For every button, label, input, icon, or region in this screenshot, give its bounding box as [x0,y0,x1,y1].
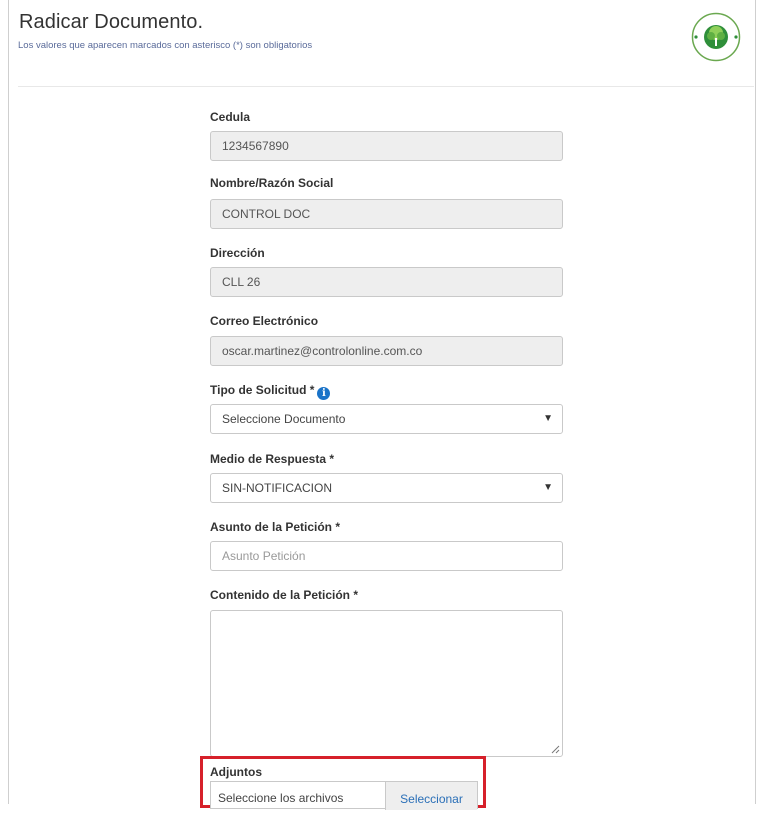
asunto-placeholder: Asunto Petición [222,549,306,563]
page-subtitle: Los valores que aparecen marcados con as… [18,40,313,51]
correo-label: Correo Electrónico [210,314,319,328]
medio-respuesta-label: Medio de Respuesta * [210,452,335,466]
correo-value: oscar.martinez@controlonline.com.co [222,344,423,358]
tipo-solicitud-label: Tipo de Solicitud * i [210,383,331,400]
adjuntos-file-input[interactable]: Seleccione los archivos Seleccionar [210,781,478,810]
dropdown-caret-icon: ▼ [543,413,553,424]
direccion-value: CLL 26 [222,275,261,289]
medio-respuesta-selected: SIN-NOTIFICACION [222,481,332,495]
nombre-label: Nombre/Razón Social [210,176,334,190]
resize-handle-icon[interactable] [551,745,560,754]
tipo-solicitud-select[interactable]: Seleccione Documento ▼ [210,404,563,434]
tipo-solicitud-selected: Seleccione Documento [222,412,346,426]
seleccionar-button[interactable]: Seleccionar [385,782,477,810]
asunto-label: Asunto de la Petición * [210,520,341,534]
header-divider [18,86,754,87]
direccion-label: Dirección [210,246,265,260]
direccion-field: CLL 26 [210,267,563,297]
medio-respuesta-select[interactable]: SIN-NOTIFICACION ▼ [210,473,563,503]
page-title: Radicar Documento. [19,11,204,33]
nombre-value: CONTROL DOC [222,207,311,221]
cedula-value: 1234567890 [222,139,289,153]
contenido-label: Contenido de la Petición * [210,588,359,602]
correo-field: oscar.martinez@controlonline.com.co [210,336,563,366]
info-icon[interactable]: i [317,387,331,400]
cedula-label: Cedula [210,110,251,124]
cedula-field: 1234567890 [210,131,563,161]
cero-papel-logo-icon [691,12,741,62]
adjuntos-placeholder: Seleccione los archivos [218,791,344,805]
dropdown-caret-icon: ▼ [543,482,553,493]
tipo-solicitud-label-text: Tipo de Solicitud * [210,383,315,397]
nombre-field: CONTROL DOC [210,199,563,229]
asunto-input[interactable]: Asunto Petición [210,541,563,571]
contenido-textarea[interactable] [210,610,563,757]
